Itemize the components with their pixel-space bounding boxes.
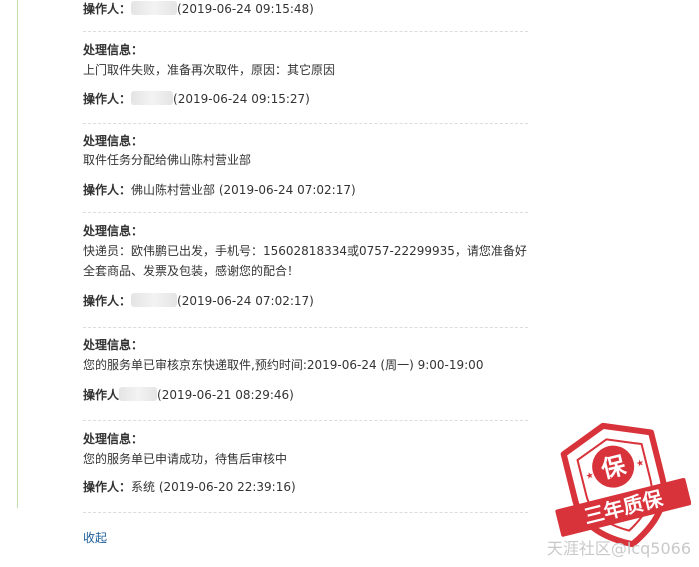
operator-timestamp: (2019-06-24 09:15:27) [173,92,310,106]
warranty-stamp-icon: 保 ★ ★ 三年质保 [555,422,691,548]
log-entry: 操作人： (2019-06-24 09:15:48) [83,0,528,32]
processing-info-label: 处理信息： [83,134,144,148]
operator-name: 佛山陈村营业部 [131,183,216,197]
operator-line: 操作人： (2019-06-24 09:15:27) [83,90,310,108]
operator-timestamp: (2019-06-20 22:39:16) [158,480,296,494]
processing-info-label: 处理信息： [83,338,144,352]
processing-info-label: 处理信息： [83,43,144,57]
operator-line: 操作人：系统 (2019-06-20 22:39:16) [83,478,296,496]
log-entry: 处理信息： 快递员：欧伟鹏已出发，手机号：15602818334或0757-22… [83,213,528,328]
operator-line: 操作人：佛山陈村营业部 (2019-06-24 07:02:17) [83,181,356,199]
operator-line: 操作人： (2019-06-24 09:15:48) [83,0,314,18]
redacted-operator [131,293,178,307]
timeline-line [17,0,18,508]
operator-prefix: 操作人： [83,480,132,494]
watermark: 天涯社区@lcq5066 [546,539,691,558]
log-entry: 处理信息： 您的服务单已审核京东快递取件,预约时间:2019-06-24 (周一… [83,328,528,421]
processing-info-label: 处理信息： [83,224,144,238]
operator-prefix: 操作人： [83,294,132,308]
operator-prefix: 操作人： [83,183,132,197]
operator-timestamp: (2019-06-21 08:29:46) [157,388,294,402]
operator-name: 系统 [131,480,156,494]
collapse-link[interactable]: 收起 [83,530,107,546]
log-entry: 处理信息： 您的服务单已申请成功，待售后审核中 操作人：系统 (2019-06-… [83,421,528,513]
redacted-operator [119,387,158,401]
processing-info-text: 您的服务单已申请成功，待售后审核中 [83,452,288,466]
redacted-operator [131,1,178,15]
operator-line: 操作人 (2019-06-21 08:29:46) [83,386,294,404]
processing-info-text: 快递员：欧伟鹏已出发，手机号：15602818334或0757-22299935… [83,244,527,278]
svg-text:★: ★ [635,458,645,470]
operator-timestamp: (2019-06-24 09:15:48) [177,2,314,16]
operator-prefix: 操作人 [83,388,120,402]
operator-prefix: 操作人： [83,92,132,106]
processing-info-text: 您的服务单已审核京东快递取件,预约时间:2019-06-24 (周一) 9:00… [83,358,484,372]
log-entry: 处理信息： 取件任务分配给佛山陈村营业部 操作人：佛山陈村营业部 (2019-0… [83,124,528,213]
operator-prefix: 操作人： [83,2,132,16]
processing-info-text: 取件任务分配给佛山陈村营业部 [83,153,252,167]
log-entry: 处理信息： 上门取件失败，准备再次取件，原因：其它原因 操作人： (2019-06… [83,32,528,124]
processing-log: 操作人： (2019-06-24 09:15:48) 处理信息： 上门取件失败，准… [83,0,528,513]
operator-timestamp: (2019-06-24 07:02:17) [177,294,314,308]
processing-info-text: 上门取件失败，准备再次取件，原因：其它原因 [83,63,336,77]
operator-line: 操作人： (2019-06-24 07:02:17) [83,292,314,310]
redacted-operator [131,91,174,105]
processing-info-label: 处理信息： [83,432,144,446]
operator-timestamp: (2019-06-24 07:02:17) [218,183,356,197]
